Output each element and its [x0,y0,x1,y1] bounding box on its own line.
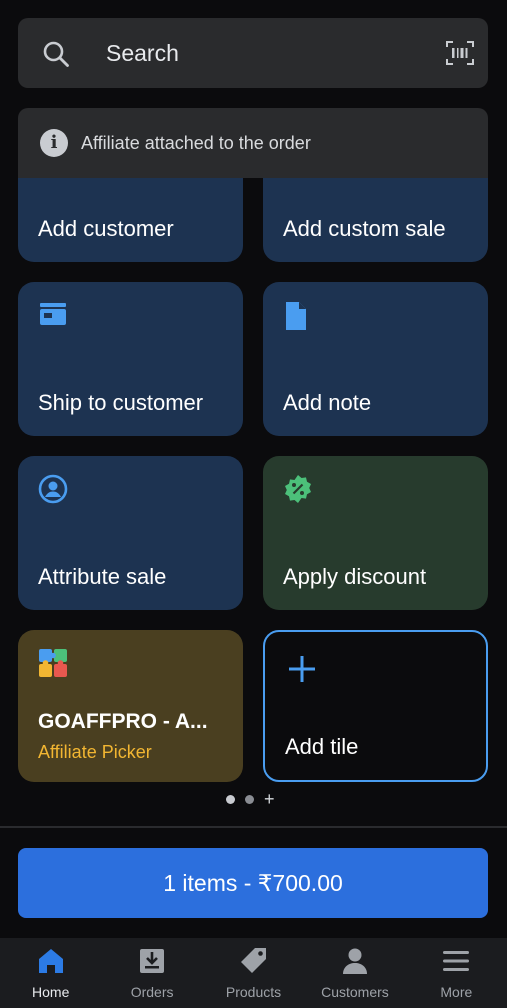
pos-home-screen: Search i Affiliate attached to the order… [0,0,507,1008]
page-indicator: + [226,790,275,808]
user-circle-icon [38,474,68,509]
app-tile-title: GOAFFPRO - A... [38,710,208,733]
goaffpro-app-tile[interactable]: GOAFFPRO - A... Affiliate Picker [18,630,243,782]
attribute-sale-tile[interactable]: Attribute sale [18,456,243,610]
tile-label: Ship to customer [38,390,204,415]
plus-icon [287,654,317,689]
tab-label: Products [225,984,282,1000]
tile-label: Attribute sale [38,564,167,589]
tile-label: Add tile [285,734,359,759]
app-tile-subtitle: Affiliate Picker [38,742,152,762]
tab-home[interactable]: Home [0,938,101,1008]
banner-text: Affiliate attached to the order [81,133,311,153]
tile-label: Add note [283,390,372,415]
menu-icon [441,946,471,981]
tab-label: Orders [130,984,174,1000]
store-icon [38,300,68,333]
page-dot-active[interactable] [226,794,235,804]
search-bar[interactable]: Search [18,18,488,88]
tile-label: Apply discount [283,564,427,589]
barcode-scan-icon[interactable] [446,40,474,71]
tag-icon [239,946,269,981]
tab-orders[interactable]: Orders [101,938,202,1008]
affiliate-banner: i Affiliate attached to the order [18,108,488,178]
info-icon: i [40,129,68,157]
tab-products[interactable]: Products [203,938,304,1008]
puzzle-app-icon [38,648,68,683]
add-page-icon[interactable]: + [264,790,275,808]
home-icon [36,946,66,981]
tab-label: Home [32,984,70,1000]
tab-label: More [440,984,473,1000]
tab-label: Customers [321,984,389,1000]
tab-more[interactable]: More [406,938,507,1008]
ship-to-customer-tile[interactable]: Ship to customer [18,282,243,436]
apply-discount-tile[interactable]: Apply discount [263,456,488,610]
search-placeholder: Search [106,40,179,66]
note-icon [283,300,309,337]
tile-label: Add custom sale [283,216,446,241]
discount-badge-icon [283,474,313,509]
add-note-tile[interactable]: Add note [263,282,488,436]
person-icon [340,946,370,981]
checkout-button[interactable]: 1 items - ₹700.00 [18,848,488,918]
tile-label: Add customer [38,216,174,241]
bottom-tab-bar: Home Orders Products Customers More [0,938,507,1008]
orders-icon [137,946,167,981]
tab-customers[interactable]: Customers [304,938,405,1008]
divider [0,826,507,828]
page-dot[interactable] [245,794,254,804]
add-tile-button[interactable]: Add tile [263,630,488,782]
search-icon [42,40,70,73]
